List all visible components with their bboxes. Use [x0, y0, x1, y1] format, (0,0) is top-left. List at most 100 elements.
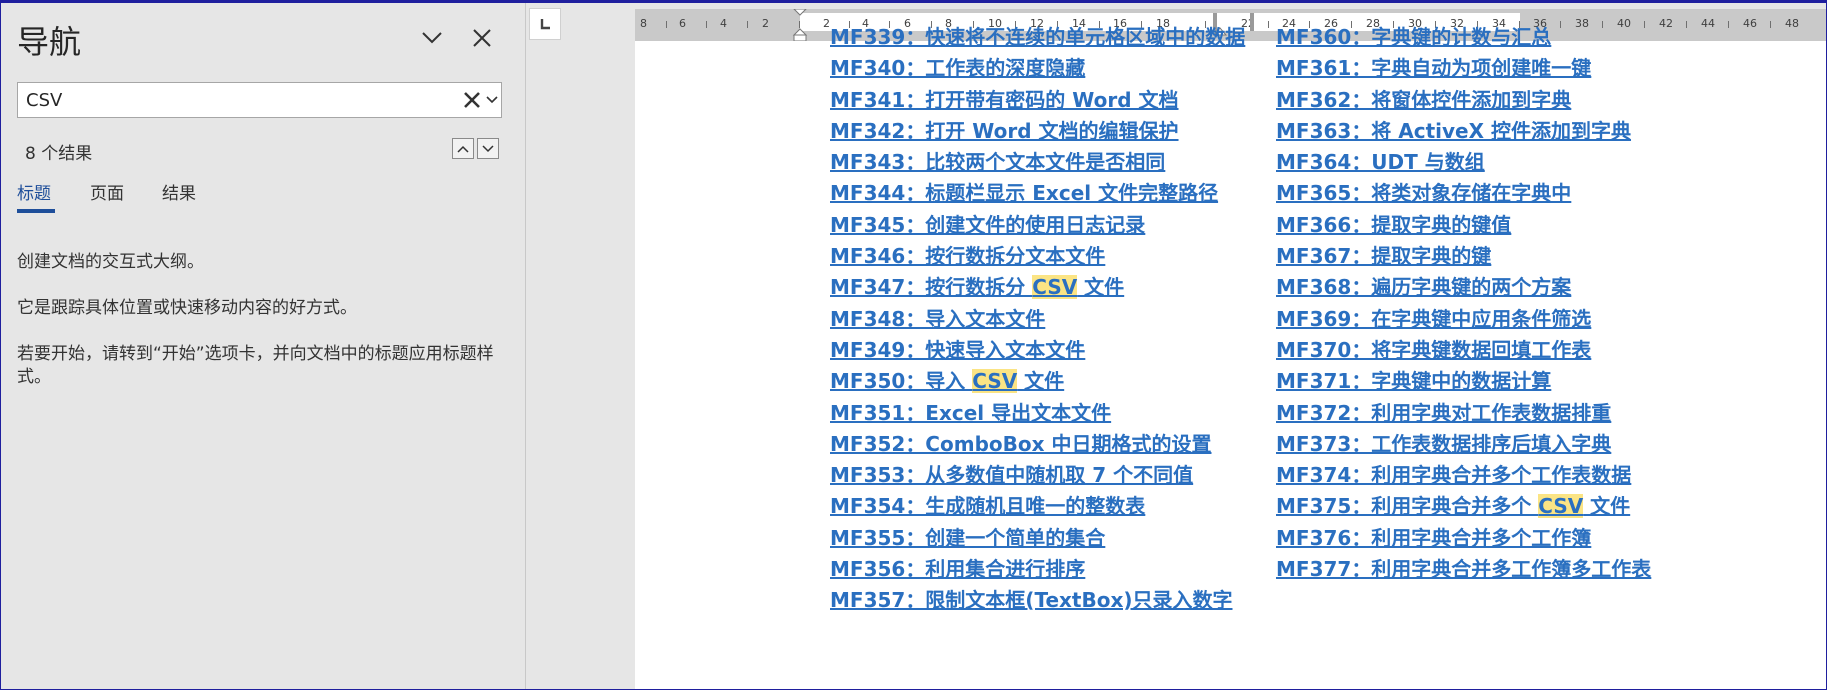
toc-link-text: MF340：工作表的深度隐藏	[830, 56, 1086, 81]
toc-link[interactable]: MF341：打开带有密码的 Word 文档	[830, 85, 1245, 116]
result-count: 8 个结果	[25, 144, 93, 164]
search-highlight: CSV	[972, 369, 1018, 394]
column-gap-right	[1250, 13, 1254, 31]
toc-link-text: MF377：利用字典合并多工作簿多工作表	[1276, 557, 1652, 582]
toc-link-text: MF361：字典自动为项创建唯一键	[1276, 56, 1592, 81]
hanging-indent-marker	[792, 28, 808, 36]
toc-link-text: MF369：在字典键中应用条件筛选	[1276, 306, 1592, 331]
search-highlight: CSV	[1032, 275, 1078, 300]
toc-link[interactable]: MF348：导入文本文件	[830, 304, 1245, 335]
toc-link-text: MF374：利用字典合并多个工作表数据	[1276, 463, 1632, 488]
previous-result-button[interactable]	[452, 138, 474, 159]
navigation-pane: 导航 8 个结果	[1, 3, 525, 689]
toc-link[interactable]: MF354：生成随机且唯一的整数表	[830, 491, 1245, 522]
toc-link[interactable]: MF356：利用集合进行排序	[830, 554, 1245, 585]
toc-link-text: MF343：比较两个文本文件是否相同	[830, 150, 1166, 175]
toc-column-left: MF339：快速将不连续的单元格区域中的数据 MF340：工作表的深度隐藏 MF34…	[830, 25, 1245, 617]
document-area: 8 6 4 2 2 4 6 8 10 12 14 16 18 22 24 26 28 30 32 34 36 38 40 42…	[526, 3, 1826, 689]
toc-link-text: MF370：将字典键数据回填工作表	[1276, 337, 1592, 362]
toc-link[interactable]: MF353：从多数值中随机取 7 个不同值	[830, 460, 1245, 491]
toc-link-partial[interactable]: MF360：字典键的计数与汇总	[1276, 22, 1651, 53]
info-text-1: 创建文档的交互式大纲。	[17, 252, 204, 272]
toc-link-text: MF375：利用字典合并多个	[1276, 494, 1539, 519]
toc-link-text: MF357：限制文本框(TextBox)只录入数字	[830, 588, 1233, 613]
toc-link[interactable]: MF340：工作表的深度隐藏	[830, 53, 1245, 84]
toc-link[interactable]: MF368：遍历字典键的两个方案	[1276, 272, 1651, 303]
toc-link-text: MF366：提取字典的键值	[1276, 212, 1512, 237]
toc-link[interactable]: MF349：快速导入文本文件	[830, 335, 1245, 366]
close-icon	[473, 29, 491, 47]
chevron-up-icon	[457, 145, 469, 153]
toc-link[interactable]: MF345：创建文件的使用日志记录	[830, 210, 1245, 241]
tab-pages[interactable]: 页面	[90, 179, 124, 204]
toc-link-text: MF341：打开带有密码的 Word 文档	[830, 87, 1179, 112]
toc-link[interactable]: MF376：利用字典合并多个工作簿	[1276, 523, 1651, 554]
toc-link[interactable]: MF367：提取字典的键	[1276, 241, 1651, 272]
toc-link-text: MF364：UDT 与数组	[1276, 150, 1485, 175]
tab-headings[interactable]: 标题	[17, 179, 51, 204]
toc-link[interactable]: MF363：将 ActiveX 控件添加到字典	[1276, 116, 1651, 147]
toc-link-text: MF368：遍历字典键的两个方案	[1276, 275, 1572, 300]
toc-link[interactable]: MF343：比较两个文本文件是否相同	[830, 147, 1245, 178]
toc-link[interactable]: MF373：工作表数据排序后填入字典	[1276, 429, 1651, 460]
search-dropdown-icon[interactable]	[486, 93, 498, 107]
toc-link[interactable]: MF377：利用字典合并多工作簿多工作表	[1276, 554, 1651, 585]
toc-link[interactable]: MF369：在字典键中应用条件筛选	[1276, 304, 1651, 335]
toc-link-text: MF353：从多数值中随机取 7 个不同值	[830, 463, 1194, 488]
nav-options-button[interactable]	[417, 23, 447, 53]
toc-column-right: MF360：字典键的计数与汇总 MF361：字典自动为项创建唯一键 MF362：将窗…	[1276, 25, 1651, 585]
toc-link-text: MF345：创建文件的使用日志记录	[830, 212, 1146, 237]
toc-link-text: 文件	[1017, 369, 1065, 394]
toc-link[interactable]: MF375：利用字典合并多个 CSV 文件	[1276, 491, 1651, 522]
toc-link-text: MF351：Excel 导出文本文件	[830, 400, 1112, 425]
tab-stop-selector[interactable]	[529, 8, 561, 40]
toc-link-text: MF376：利用字典合并多个工作簿	[1276, 525, 1592, 550]
toc-link[interactable]: MF355：创建一个简单的集合	[830, 523, 1245, 554]
nav-close-button[interactable]	[467, 23, 497, 53]
toc-link-text: MF373：工作表数据排序后填入字典	[1276, 431, 1612, 456]
toc-link-text: MF349：快速导入文本文件	[830, 337, 1086, 362]
clear-search-icon[interactable]	[462, 90, 482, 110]
toc-link[interactable]: MF344：标题栏显示 Excel 文件完整路径	[830, 178, 1245, 209]
toc-link-text: MF356：利用集合进行排序	[830, 557, 1086, 582]
toc-link[interactable]: MF366：提取字典的键值	[1276, 210, 1651, 241]
toc-link[interactable]: MF365：将类对象存储在字典中	[1276, 178, 1651, 209]
toc-link-text: MF342：打开 Word 文档的编辑保护	[830, 118, 1179, 143]
toc-link[interactable]: MF357：限制文本框(TextBox)只录入数字	[830, 585, 1245, 616]
toc-link-text: MF352：ComboBox 中日期格式的设置	[830, 431, 1212, 456]
toc-link-text: MF347：按行数拆分	[830, 275, 1033, 300]
toc-link[interactable]: MF342：打开 Word 文档的编辑保护	[830, 116, 1245, 147]
tab-results[interactable]: 结果	[162, 179, 196, 204]
info-text-3: 若要开始，请转到“开始”选项卡，并向文档中的标题应用标题样式。	[17, 344, 494, 387]
toc-link-text: MF354：生成随机且唯一的整数表	[830, 494, 1146, 519]
toc-link-text: MF365：将类对象存储在字典中	[1276, 181, 1572, 206]
toc-link[interactable]: MF361：字典自动为项创建唯一键	[1276, 53, 1651, 84]
active-tab-indicator	[17, 209, 55, 213]
toc-link[interactable]: MF372：利用字典对工作表数据排重	[1276, 398, 1651, 429]
toc-link[interactable]: MF374：利用字典合并多个工作表数据	[1276, 460, 1651, 491]
search-highlight: CSV	[1538, 494, 1584, 519]
toc-link[interactable]: MF352：ComboBox 中日期格式的设置	[830, 429, 1245, 460]
toc-link-text: MF355：创建一个简单的集合	[830, 525, 1106, 550]
toc-link[interactable]: MF364：UDT 与数组	[1276, 147, 1651, 178]
toc-link-text: MF350：导入	[830, 369, 973, 394]
toc-link-text: MF363：将 ActiveX 控件添加到字典	[1276, 118, 1632, 143]
toc-link-text: MF371：字典键中的数据计算	[1276, 369, 1552, 394]
toc-link[interactable]: MF370：将字典键数据回填工作表	[1276, 335, 1651, 366]
toc-link[interactable]: MF371：字典键中的数据计算	[1276, 366, 1651, 397]
search-box	[17, 82, 502, 118]
toc-link[interactable]: MF351：Excel 导出文本文件	[830, 398, 1245, 429]
chevron-down-icon	[482, 144, 494, 152]
left-tab-icon	[540, 19, 550, 30]
toc-link[interactable]: MF346：按行数拆分文本文件	[830, 241, 1245, 272]
search-input[interactable]	[18, 83, 448, 117]
toc-link-text: 文件	[1583, 494, 1631, 519]
document-page[interactable]: MF339：快速将不连续的单元格区域中的数据 MF340：工作表的深度隐藏 MF34…	[635, 25, 1826, 689]
next-result-button[interactable]	[477, 138, 499, 159]
toc-link-text: MF346：按行数拆分文本文件	[830, 244, 1106, 269]
toc-link[interactable]: MF362：将窗体控件添加到字典	[1276, 85, 1651, 116]
toc-link[interactable]: MF347：按行数拆分 CSV 文件	[830, 272, 1245, 303]
toc-link-text: MF367：提取字典的键	[1276, 244, 1492, 269]
toc-link[interactable]: MF350：导入 CSV 文件	[830, 366, 1245, 397]
toc-link-partial[interactable]: MF339：快速将不连续的单元格区域中的数据	[830, 22, 1245, 53]
